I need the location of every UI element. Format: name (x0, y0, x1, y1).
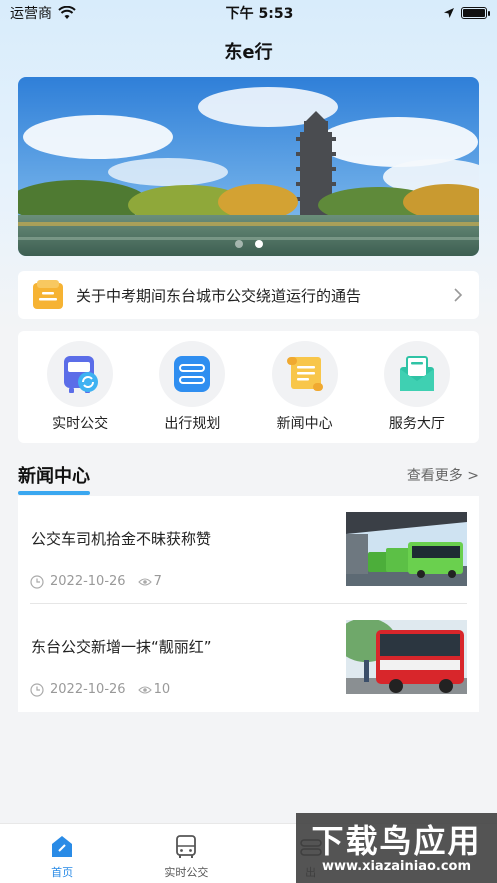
carousel-indicator (18, 240, 479, 248)
notice-text: 关于中考期间东台城市公交绕道运行的通告 (76, 286, 362, 305)
quick-item-label: 新闻中心 (276, 416, 333, 432)
news-thumbnail (346, 620, 467, 694)
carousel-dot-active[interactable] (254, 240, 263, 248)
section-title: 新闻中心 (18, 462, 90, 495)
quick-item-news-center[interactable]: 新闻中心 (255, 341, 355, 433)
banner-image-pagoda (18, 77, 479, 256)
wifi-icon (58, 6, 76, 19)
bus-realtime-icon (64, 356, 99, 393)
news-thumbnail (346, 512, 467, 586)
clock-icon (30, 574, 44, 589)
home-icon (52, 836, 73, 857)
news-list-item[interactable]: 东台公交新增一抹“靓丽红” 2022-10-26 10 (30, 604, 467, 712)
service-mail-icon (399, 356, 434, 391)
route-plan-icon (174, 356, 211, 392)
status-bar: 运营商 下午 5:53 (0, 0, 497, 26)
news-views: 7 (153, 574, 162, 589)
news-scroll-icon (286, 357, 323, 391)
eye-icon (137, 685, 152, 694)
news-section-header: 新闻中心 查看更多 > (18, 460, 479, 495)
clock-icon (30, 682, 44, 697)
tab-label: 首页 (51, 866, 74, 879)
notice-document-icon (33, 280, 63, 309)
watermark-text: 下载鸟应用 (311, 821, 482, 860)
watermark-url: www.xiazainiao.com (321, 858, 472, 874)
quick-menu: 实时公交 出行规划 新闻中心 服务大厅 (18, 331, 479, 443)
news-meta: 2022-10-26 7 (30, 574, 162, 589)
eye-icon (137, 577, 152, 586)
banner-carousel[interactable] (18, 77, 479, 256)
news-date: 2022-10-26 (50, 574, 126, 589)
quick-item-label: 实时公交 (52, 416, 109, 432)
page-title: 东e行 (224, 42, 273, 63)
tab-label: 实时公交 (164, 866, 209, 879)
quick-item-realtime-bus[interactable]: 实时公交 (30, 341, 130, 433)
quick-item-label: 服务大厅 (388, 416, 445, 432)
location-arrow-icon (443, 8, 454, 18)
news-list-item[interactable]: 公交车司机拾金不昧获称赞 2022-10-26 7 (30, 496, 467, 604)
watermark-logo: 下载鸟应用 www.xiazainiao.com (296, 813, 497, 883)
bus-station-image (346, 512, 467, 586)
quick-item-label: 出行规划 (164, 416, 221, 432)
bus-icon (176, 835, 197, 858)
battery-icon (460, 7, 490, 19)
view-more-link[interactable]: 查看更多 > (407, 465, 479, 485)
news-title: 公交车司机拾金不昧获称赞 (31, 530, 212, 548)
news-list: 公交车司机拾金不昧获称赞 2022-10-26 7 东台公交新增一抹“靓丽红” … (18, 496, 479, 712)
news-title: 东台公交新增一抹“靓丽红” (31, 638, 212, 656)
clock-time: 下午 5:53 (225, 6, 294, 22)
tab-home[interactable]: 首页 (0, 824, 124, 883)
news-date: 2022-10-26 (50, 682, 126, 697)
chevron-right-icon (454, 288, 463, 302)
news-views: 10 (153, 682, 171, 697)
carrier-label: 运营商 (10, 6, 52, 22)
tab-realtime-bus[interactable]: 实时公交 (124, 824, 248, 883)
red-bus-image (346, 620, 467, 694)
news-meta: 2022-10-26 10 (30, 682, 170, 697)
notice-bar[interactable]: 关于中考期间东台城市公交绕道运行的通告 (18, 271, 479, 319)
quick-item-service-hall[interactable]: 服务大厅 (367, 341, 467, 433)
quick-item-trip-plan[interactable]: 出行规划 (142, 341, 242, 433)
carousel-dot[interactable] (234, 240, 243, 248)
